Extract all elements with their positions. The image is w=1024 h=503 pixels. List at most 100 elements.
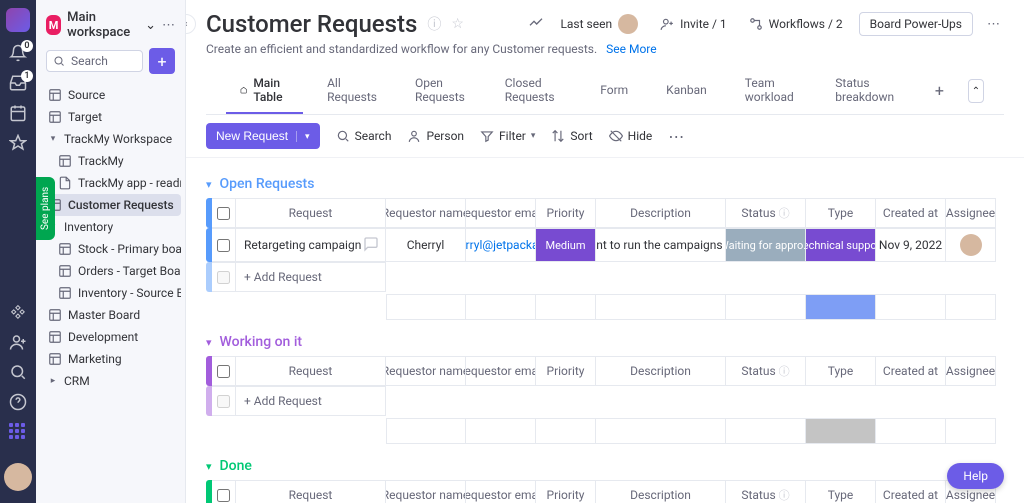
sidebar-item[interactable]: Orders - Target Board xyxy=(40,260,181,282)
col-created[interactable]: Created at xyxy=(876,480,946,503)
workspace-menu-icon[interactable]: ⋯ xyxy=(162,18,175,33)
toolbar-hide[interactable]: Hide xyxy=(609,129,653,143)
col-type[interactable]: Type xyxy=(806,356,876,386)
help-icon[interactable] xyxy=(9,393,27,411)
group-header[interactable]: ▾Working on it xyxy=(206,334,1004,350)
col-requestor-email[interactable]: Requestor email xyxy=(466,480,536,503)
view-tab[interactable]: Closed Requests xyxy=(491,68,576,114)
view-tab[interactable]: Open Requests xyxy=(401,68,481,114)
col-request[interactable]: Request xyxy=(236,356,386,386)
col-priority[interactable]: Priority xyxy=(536,480,596,503)
sidebar-item[interactable]: ▸CRM xyxy=(40,370,181,392)
col-created[interactable]: Created at xyxy=(876,356,946,386)
sidebar-item[interactable]: Customer Requests xyxy=(40,194,181,216)
col-request[interactable]: Request xyxy=(236,480,386,503)
add-request-row[interactable]: + Add Request xyxy=(206,262,1004,292)
col-assignee[interactable]: Assignee xyxy=(946,198,996,228)
help-fab[interactable]: Help xyxy=(947,463,1004,489)
notifications-icon[interactable]: 0 xyxy=(9,44,27,62)
cell-status[interactable]: Waiting for appro... xyxy=(726,228,806,262)
sidebar-item[interactable]: ▾TrackMy Workspace xyxy=(40,128,181,150)
cell-type[interactable]: Technical support xyxy=(806,228,876,262)
sidebar-item[interactable]: Inventory - Source Board xyxy=(40,282,181,304)
col-description[interactable]: Description xyxy=(596,198,726,228)
see-more-link[interactable]: See More xyxy=(606,42,656,56)
info-icon[interactable]: ⓘ xyxy=(779,205,790,221)
toolbar-person[interactable]: Person xyxy=(407,129,464,143)
apps-icon[interactable] xyxy=(9,303,27,321)
sidebar-search-input[interactable]: Search xyxy=(46,50,143,72)
toolbar-search[interactable]: Search xyxy=(336,129,392,143)
col-created[interactable]: Created at xyxy=(876,198,946,228)
info-icon[interactable]: ⓘ xyxy=(779,363,790,379)
view-tab[interactable]: Main Table xyxy=(226,68,303,114)
chevron-down-icon[interactable]: ▾ xyxy=(296,131,310,142)
toolbar-sort[interactable]: Sort xyxy=(551,129,592,143)
star-icon[interactable]: ☆ xyxy=(451,16,464,32)
col-request[interactable]: Request xyxy=(236,198,386,228)
last-seen-chip[interactable]: Last seen xyxy=(554,10,644,38)
col-description[interactable]: Description xyxy=(596,480,726,503)
workflows-chip[interactable]: Workflows / 2 xyxy=(743,13,849,35)
view-tab[interactable]: Status breakdown xyxy=(821,68,911,114)
select-all-checkbox[interactable] xyxy=(212,198,236,228)
col-priority[interactable]: Priority xyxy=(536,198,596,228)
favorites-icon[interactable] xyxy=(9,134,27,152)
invite-icon[interactable] xyxy=(9,333,27,351)
view-tab[interactable]: All Requests xyxy=(313,68,391,114)
col-status[interactable]: Statusⓘ xyxy=(726,356,806,386)
col-status[interactable]: Statusⓘ xyxy=(726,480,806,503)
col-type[interactable]: Type xyxy=(806,480,876,503)
col-requestor-name[interactable]: Requestor name xyxy=(386,480,466,503)
search-icon[interactable] xyxy=(9,363,27,381)
product-switcher-icon[interactable] xyxy=(9,423,27,441)
sidebar-item[interactable]: TrackMy xyxy=(40,150,181,172)
see-plans-tab[interactable]: See plans xyxy=(36,177,55,240)
col-requestor-email[interactable]: Requestor email xyxy=(466,356,536,386)
app-logo-icon[interactable] xyxy=(6,8,30,32)
conversation-icon[interactable] xyxy=(363,236,379,255)
new-request-button[interactable]: New Request ▾ xyxy=(206,123,320,149)
sidebar-item[interactable]: Target xyxy=(40,106,181,128)
avatar[interactable] xyxy=(960,234,982,256)
col-status[interactable]: Statusⓘ xyxy=(726,198,806,228)
calendar-icon[interactable] xyxy=(9,104,27,122)
sidebar-item[interactable]: Source xyxy=(40,84,181,106)
profile-avatar[interactable] xyxy=(4,463,32,491)
add-request-row[interactable]: + Add Request xyxy=(206,386,1004,416)
cell-assignee[interactable] xyxy=(946,228,996,262)
board-menu-icon[interactable]: ⋯ xyxy=(983,17,1004,32)
col-requestor-name[interactable]: Requestor name xyxy=(386,198,466,228)
collapse-header-button[interactable]: ⌃ xyxy=(968,79,984,103)
cell-requestor-name[interactable]: Cherryl xyxy=(386,228,466,262)
info-icon[interactable]: ⓘ xyxy=(427,14,441,34)
toolbar-filter[interactable]: Filter▾ xyxy=(480,129,535,143)
select-all-checkbox[interactable] xyxy=(212,480,236,503)
col-requestor-name[interactable]: Requestor name xyxy=(386,356,466,386)
sidebar-item[interactable]: ▾Inventory xyxy=(40,216,181,238)
view-tab[interactable]: Team workload xyxy=(731,68,812,114)
view-tab[interactable]: Form xyxy=(586,75,642,107)
col-requestor-email[interactable]: Requestor email xyxy=(466,198,536,228)
invite-chip[interactable]: Invite / 1 xyxy=(654,13,733,35)
col-description[interactable]: Description xyxy=(596,356,726,386)
cell-created[interactable]: Nov 9, 2022 xyxy=(876,228,946,262)
activity-graph-icon[interactable] xyxy=(528,14,544,34)
toolbar-more-icon[interactable]: ⋯ xyxy=(668,127,684,146)
add-tab-button[interactable]: + xyxy=(921,73,958,110)
cell-description[interactable]: We want to run the campaigns only ... xyxy=(596,228,726,262)
row-checkbox[interactable] xyxy=(212,228,236,262)
group-header[interactable]: ▾Open Requests xyxy=(206,176,1004,192)
workspace-selector[interactable]: M Main workspace ⌄ ⋯ xyxy=(40,6,181,44)
inbox-icon[interactable]: 1 xyxy=(9,74,27,92)
sidebar-item[interactable]: Development xyxy=(40,326,181,348)
info-icon[interactable]: ⓘ xyxy=(779,487,790,503)
group-header[interactable]: ▾Done xyxy=(206,458,1004,474)
sidebar-item[interactable]: Master Board xyxy=(40,304,181,326)
select-all-checkbox[interactable] xyxy=(212,356,236,386)
sidebar-item[interactable]: TrackMy app - readme xyxy=(40,172,181,194)
col-type[interactable]: Type xyxy=(806,198,876,228)
view-tab[interactable]: Kanban xyxy=(652,75,721,107)
sidebar-item[interactable]: Marketing xyxy=(40,348,181,370)
board-powerups-button[interactable]: Board Power-Ups xyxy=(859,12,973,36)
